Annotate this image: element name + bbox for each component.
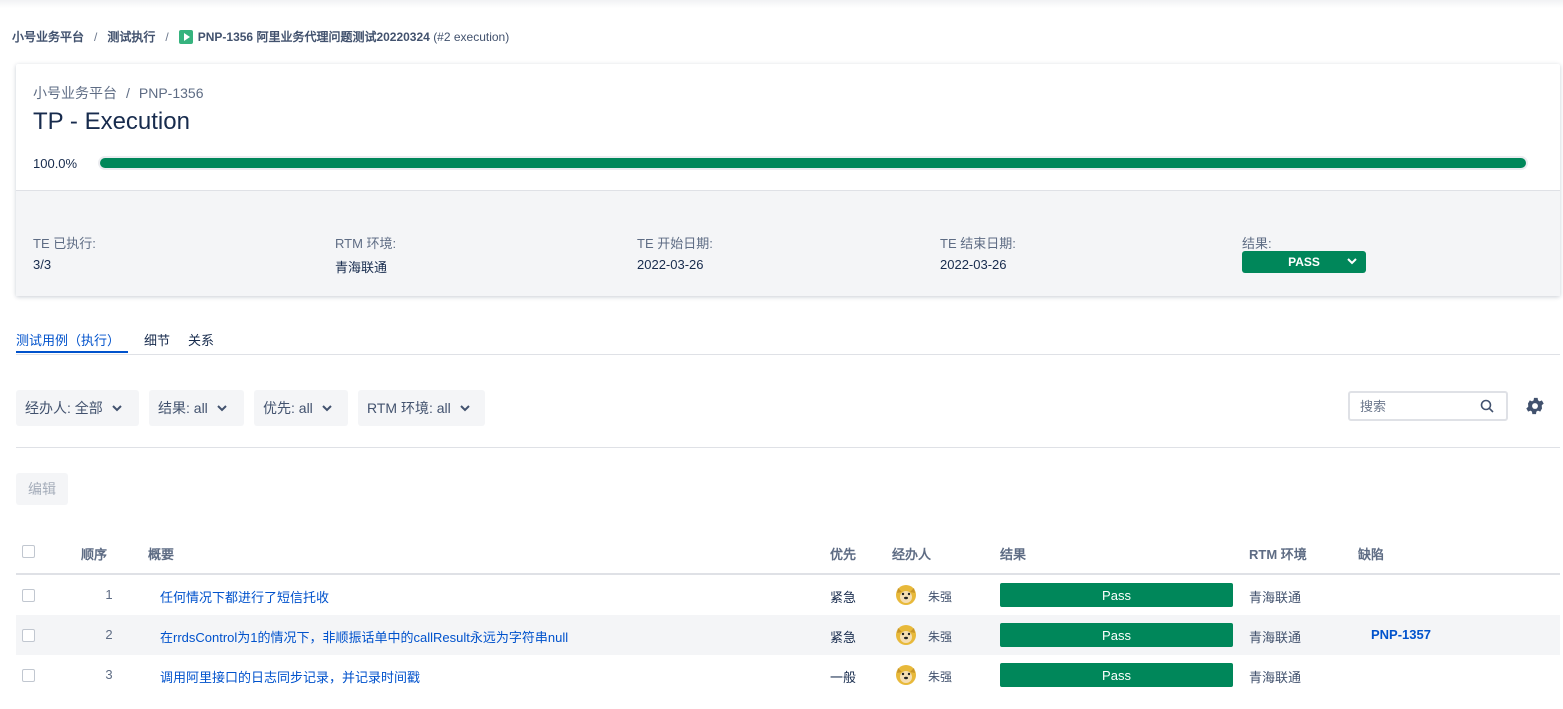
column-header-priority[interactable]: 优先 — [830, 544, 856, 563]
breadcrumb-current-title: 阿里业务代理问题测试20220324 — [256, 30, 430, 44]
execution-card: 小号业务平台 / PNP-1356 TP - Execution 100.0% TE… — [16, 64, 1560, 296]
tab-relations[interactable]: 关系 — [188, 330, 214, 349]
filter-label: 经办人: 全部 — [25, 400, 103, 416]
avatar-icon — [896, 625, 916, 645]
search-icon[interactable] — [1480, 399, 1494, 413]
field-label: TE 已执行: — [33, 236, 96, 251]
chevron-down-icon — [322, 405, 332, 412]
row-assignee: 朱强 — [928, 590, 953, 604]
column-header-result[interactable]: 结果 — [1000, 544, 1026, 563]
column-header-order[interactable]: 顺序 — [81, 544, 107, 563]
filter-result[interactable]: 结果: all — [149, 390, 244, 426]
result-select-value: PASS — [1288, 255, 1320, 269]
card-breadcrumb: 小号业务平台 / PNP-1356 — [33, 83, 203, 103]
row-rtm-env: 青海联通 — [1249, 590, 1302, 605]
chevron-down-icon — [460, 405, 470, 412]
filter-rtm-env[interactable]: RTM 环境: all — [358, 390, 485, 426]
column-header-rtm-env[interactable]: RTM 环境 — [1249, 544, 1307, 563]
column-header-assignee[interactable]: 经办人 — [892, 544, 931, 563]
row-result-badge[interactable]: Pass — [1000, 583, 1233, 607]
breadcrumb: 小号业务平台 / 测试执行 / PNP-1356 阿里业务代理问题测试20220… — [12, 28, 509, 45]
field-result: 结果: — [1242, 233, 1272, 252]
tab-bar: 测试用例（执行） 细节 关系 — [16, 326, 1560, 355]
row-order: 2 — [105, 627, 113, 642]
row-order: 3 — [105, 667, 113, 682]
row-priority: 紧急 — [830, 590, 857, 605]
row-assignee: 朱强 — [928, 630, 953, 644]
search-input[interactable] — [1358, 398, 1472, 415]
gear-icon[interactable] — [1524, 395, 1546, 417]
card-fields: TE 已执行: 3/3 RTM 环境: 青海联通 TE 开始日期: 2022-0… — [16, 191, 1560, 296]
row-result-badge[interactable]: Pass — [1000, 623, 1233, 647]
field-value: 3/3 — [33, 257, 52, 272]
row-order: 1 — [105, 587, 113, 602]
breadcrumb-separator: / — [94, 29, 98, 44]
row-summary-link[interactable]: 调用阿里接口的日志同步记录，并记录时间戳 — [160, 667, 420, 686]
field-value: 2022-03-26 — [637, 257, 704, 272]
table-row: 2 在rrdsControl为1的情况下，非顺振话单中的callResult永远… — [16, 615, 1560, 655]
field-rtm-env: RTM 环境: 青海联通 — [335, 233, 396, 276]
breadcrumb-separator: / — [165, 29, 169, 44]
row-checkbox[interactable] — [22, 669, 35, 682]
breadcrumb-section[interactable]: 测试执行 — [107, 28, 155, 45]
row-summary-link[interactable]: 在rrdsControl为1的情况下，非顺振话单中的callResult永远为字… — [160, 627, 568, 646]
filter-priority[interactable]: 优先: all — [254, 390, 348, 426]
tab-test-cases[interactable]: 测试用例（执行） — [16, 330, 120, 349]
filter-label: RTM 环境: all — [367, 400, 451, 416]
avatar-icon — [896, 585, 916, 605]
progress-fill — [100, 158, 1526, 168]
chevron-down-icon — [112, 405, 122, 412]
row-priority: 紧急 — [830, 630, 857, 645]
card-breadcrumb-separator: / — [126, 85, 130, 101]
progress-label: 100.0% — [33, 156, 78, 171]
row-rtm-env: 青海联通 — [1249, 630, 1302, 645]
search-box — [1348, 391, 1508, 421]
field-label: TE 结束日期: — [940, 236, 1016, 251]
row-summary-link[interactable]: 任何情况下都进行了短信托收 — [160, 587, 329, 606]
tab-active-indicator — [16, 351, 128, 353]
play-icon — [178, 29, 193, 44]
tab-details[interactable]: 细节 — [144, 330, 170, 349]
row-defect-link[interactable]: PNP-1357 — [1371, 627, 1431, 642]
field-label: TE 开始日期: — [637, 236, 713, 251]
page-title: TP - Execution — [33, 108, 190, 135]
row-assignee: 朱强 — [928, 670, 953, 684]
field-te-start: TE 开始日期: 2022-03-26 — [637, 233, 713, 272]
avatar-icon — [896, 665, 916, 685]
table-row: 1 任何情况下都进行了短信托收 紧急 朱强 Pass 青海联通 — [16, 575, 1560, 615]
breadcrumb-project[interactable]: 小号业务平台 — [12, 28, 84, 45]
field-value: 青海联通 — [335, 260, 388, 275]
breadcrumb-current-key: PNP-1356 — [197, 30, 254, 44]
card-header: 小号业务平台 / PNP-1356 TP - Execution 100.0% — [16, 64, 1560, 191]
row-checkbox[interactable] — [22, 629, 35, 642]
table-row: 3 调用阿里接口的日志同步记录，并记录时间戳 一般 朱强 Pass 青海联通 — [16, 655, 1560, 695]
field-te-end: TE 结束日期: 2022-03-26 — [940, 233, 1016, 272]
field-value: 2022-03-26 — [940, 257, 1007, 272]
filter-label: 结果: all — [158, 400, 208, 416]
row-checkbox[interactable] — [22, 589, 35, 602]
card-project-link[interactable]: 小号业务平台 — [33, 85, 117, 101]
column-header-summary[interactable]: 概要 — [148, 544, 174, 563]
card-key-link[interactable]: PNP-1356 — [139, 85, 204, 101]
field-label: 结果: — [1242, 236, 1272, 251]
breadcrumb-current[interactable]: PNP-1356 阿里业务代理问题测试20220324 (#2 executio… — [198, 28, 510, 45]
chevron-down-icon — [217, 405, 227, 412]
filter-label: 优先: all — [263, 400, 313, 416]
filter-assignee[interactable]: 经办人: 全部 — [16, 390, 139, 426]
top-shadow — [0, 0, 1563, 8]
field-te-executed: TE 已执行: 3/3 — [33, 233, 96, 272]
column-header-defects[interactable]: 缺陷 — [1358, 544, 1384, 563]
row-result-badge[interactable]: Pass — [1000, 663, 1233, 687]
breadcrumb-current-exec: (#2 execution) — [433, 30, 510, 44]
section-divider — [16, 447, 1560, 448]
edit-button[interactable]: 编辑 — [16, 473, 68, 505]
progress-bar — [98, 156, 1528, 170]
field-label: RTM 环境: — [335, 236, 397, 251]
result-select[interactable]: PASS — [1242, 251, 1366, 273]
select-all-checkbox[interactable] — [22, 545, 35, 558]
row-priority: 一般 — [830, 670, 857, 685]
row-rtm-env: 青海联通 — [1249, 670, 1302, 685]
chevron-down-icon — [1347, 258, 1357, 265]
